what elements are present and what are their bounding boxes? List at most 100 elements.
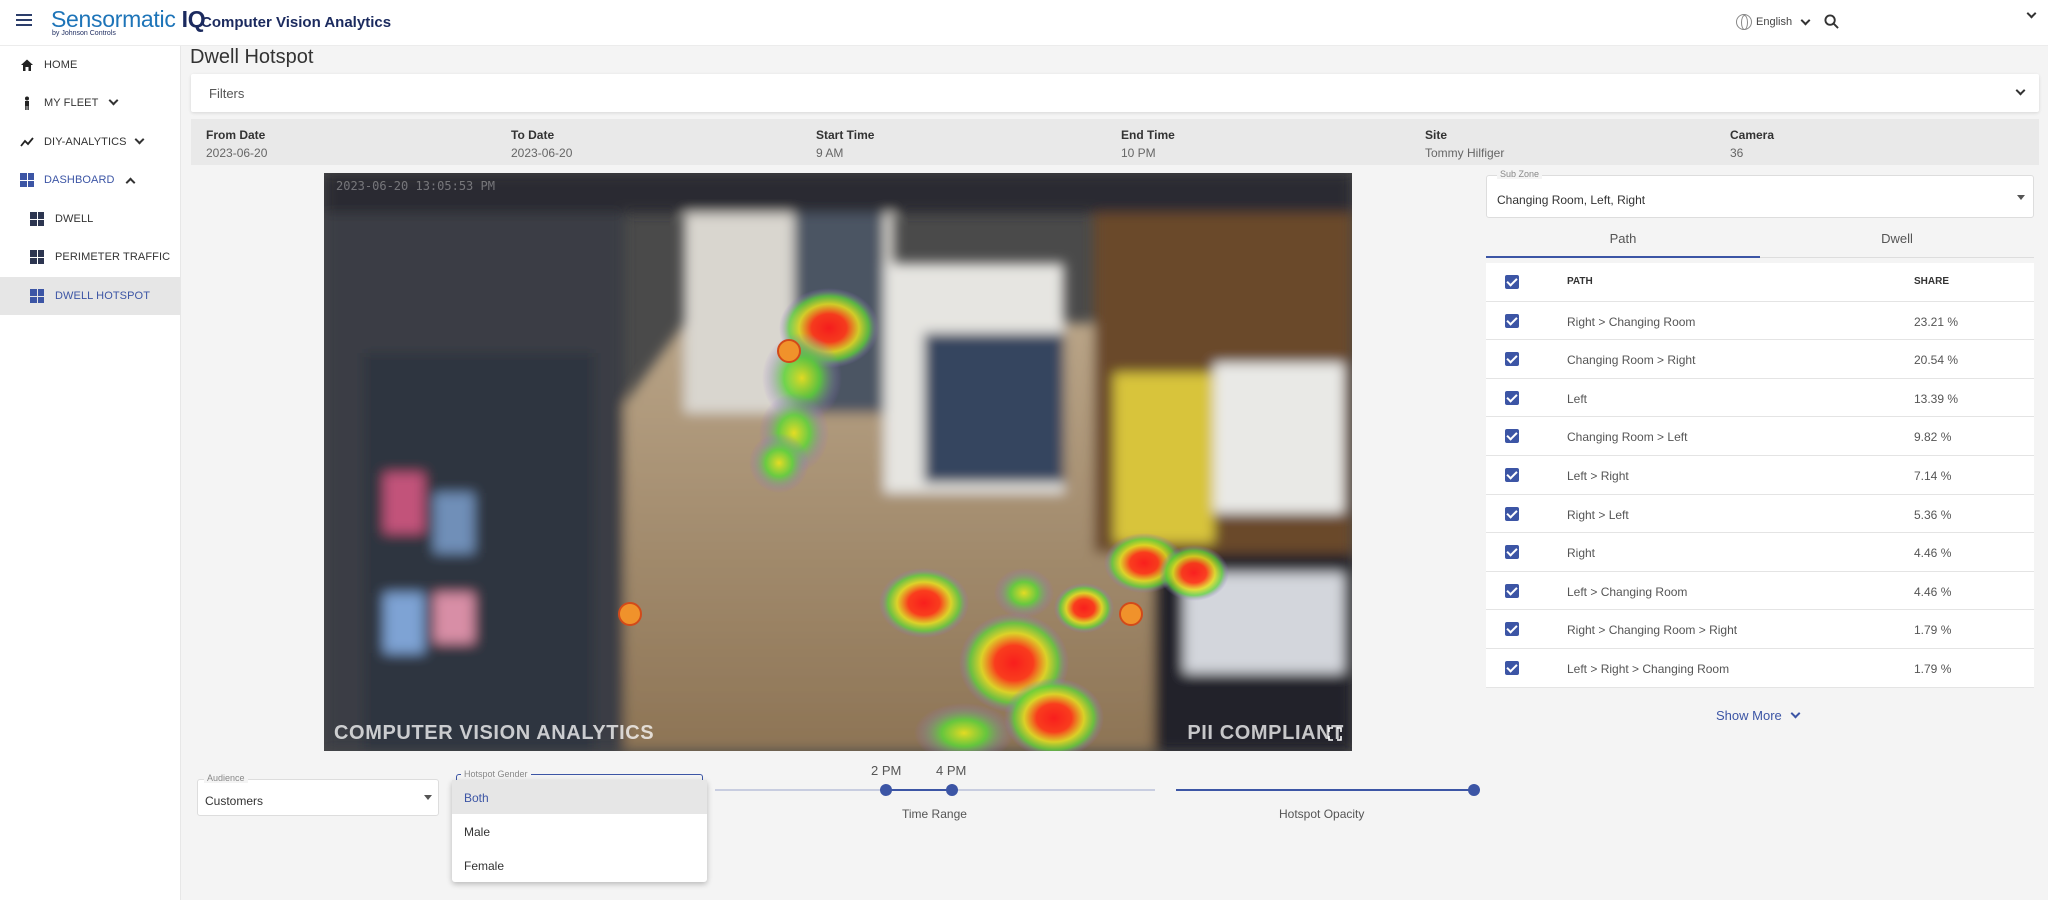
dashboard-icon: [30, 212, 44, 226]
hotspot-opacity-track[interactable]: [1176, 789, 1474, 791]
tab-path[interactable]: Path: [1486, 226, 1760, 258]
path-table: PATH SHARE Right > Changing Room 23.21 %…: [1486, 263, 2034, 688]
row-checkbox[interactable]: [1505, 352, 1519, 367]
share-cell: 13.39 %: [1914, 391, 1959, 406]
audience-label: Audience: [204, 773, 248, 783]
table-row: Left > Right 7.14 %: [1486, 455, 2034, 495]
end-time-label: End Time: [1121, 128, 1175, 142]
store-camera-image: [324, 173, 1352, 751]
sub-zone-label: Sub Zone: [1497, 169, 1543, 179]
start-time-value: 9 AM: [816, 146, 844, 160]
row-checkbox[interactable]: [1505, 506, 1519, 521]
audience-value: Customers: [205, 794, 264, 808]
row-checkbox[interactable]: [1505, 583, 1519, 598]
select-all-checkbox[interactable]: [1505, 275, 1519, 289]
time-range-end-handle[interactable]: [946, 784, 958, 796]
user-menu-chevron-icon[interactable]: [2026, 8, 2037, 19]
camera-watermark-right: PII COMPLIANT: [1187, 722, 1344, 744]
sidebar-item-my-fleet[interactable]: MY FLEET: [0, 84, 181, 122]
column-header-path: PATH: [1567, 276, 1593, 287]
path-cell: Left: [1567, 391, 1588, 406]
dashboard-icon: [30, 250, 44, 264]
option-label: Female: [464, 859, 505, 873]
start-time-label: Start Time: [816, 128, 875, 142]
table-row: Right 4.46 %: [1486, 533, 2034, 572]
path-cell: Right > Left: [1567, 507, 1629, 522]
sidebar-item-label: DWELL: [55, 213, 94, 225]
sidebar-item-label: DIY-ANALYTICS: [44, 136, 127, 148]
row-checkbox[interactable]: [1505, 545, 1519, 560]
row-checkbox[interactable]: [1505, 660, 1519, 675]
page-title: Dwell Hotspot: [190, 46, 314, 68]
row-checkbox[interactable]: [1505, 622, 1519, 637]
language-selector[interactable]: English: [1736, 14, 1811, 30]
share-cell: 23.21 %: [1914, 314, 1959, 329]
dropdown-arrow-icon: [424, 795, 432, 800]
language-label: English: [1756, 16, 1793, 28]
hotspot-opacity-handle[interactable]: [1468, 784, 1480, 796]
sidebar-item-home[interactable]: HOME: [0, 46, 181, 84]
time-range-fill: [886, 789, 952, 791]
gender-option-both[interactable]: Both: [452, 780, 707, 814]
from-date-value: 2023-06-20: [206, 146, 268, 160]
camera-timestamp: 2023-06-20 13:05:53 PM: [336, 179, 495, 193]
to-date-label: To Date: [511, 128, 555, 142]
sidebar-item-dashboard[interactable]: DASHBOARD: [0, 161, 181, 199]
sidebar-item-dwell[interactable]: DWELL: [0, 200, 181, 238]
sidebar-item-label: DWELL HOTSPOT: [55, 290, 151, 302]
path-dwell-tabs: Path Dwell: [1486, 226, 2034, 258]
search-icon[interactable]: [1824, 14, 1839, 29]
share-cell: 7.14 %: [1914, 468, 1952, 483]
home-icon: [21, 59, 33, 71]
row-checkbox[interactable]: [1505, 467, 1519, 482]
site-label: Site: [1425, 128, 1448, 142]
table-row: Left > Changing Room 4.46 %: [1486, 571, 2034, 611]
sidebar: HOME MY FLEET DIY-ANALYTICS DASHBOARD DW…: [0, 46, 181, 900]
gender-option-male[interactable]: Male: [452, 814, 707, 848]
sidebar-item-dwell-hotspot[interactable]: DWELL HOTSPOT: [0, 277, 181, 315]
filter-summary-bar: From Date 2023-06-20 To Date 2023-06-20 …: [191, 119, 2039, 165]
row-checkbox[interactable]: [1505, 429, 1519, 444]
gender-option-female[interactable]: Female: [452, 848, 707, 882]
camera-heatmap-view: 2023-06-20 13:05:53 PM COMPUTER VISION A…: [324, 173, 1352, 751]
audience-select[interactable]: Audience Customers: [197, 773, 439, 816]
end-time: End Time 10 PM: [1121, 128, 1175, 160]
to-date: To Date 2023-06-20: [511, 128, 572, 160]
option-label: Male: [464, 825, 491, 839]
sidebar-item-label: MY FLEET: [44, 97, 99, 109]
from-date-label: From Date: [206, 128, 266, 142]
path-cell: Changing Room > Right: [1567, 353, 1696, 368]
logo-text: Sensormatic: [51, 6, 176, 32]
path-cell: Changing Room > Left: [1567, 430, 1688, 445]
time-range-start-handle[interactable]: [880, 784, 892, 796]
chevron-down-icon: [134, 134, 145, 145]
dropdown-arrow-icon: [2017, 195, 2025, 200]
fullscreen-icon[interactable]: [1328, 727, 1342, 741]
analytics-icon: [20, 137, 34, 147]
sidebar-item-perimeter-traffic[interactable]: PERIMETER TRAFFIC: [0, 238, 181, 276]
row-checkbox[interactable]: [1505, 313, 1519, 328]
sensormatic-logo[interactable]: Sensormatic IQ by Johnson Controls: [51, 6, 206, 37]
hotspot-opacity-caption: Hotspot Opacity: [1279, 807, 1365, 821]
filters-panel[interactable]: Filters: [191, 74, 2039, 112]
row-checkbox[interactable]: [1505, 390, 1519, 405]
sidebar-item-label: HOME: [44, 59, 78, 71]
menu-icon[interactable]: [16, 14, 32, 28]
share-cell: 1.79 %: [1914, 623, 1952, 638]
hotspot-gender-label: Hotspot Gender: [461, 769, 531, 779]
path-cell: Right: [1567, 546, 1596, 561]
sidebar-item-diy-analytics[interactable]: DIY-ANALYTICS: [0, 123, 181, 161]
share-cell: 5.36 %: [1914, 507, 1952, 522]
chevron-down-icon: [1790, 708, 1801, 719]
camera-watermark-left: COMPUTER VISION ANALYTICS: [334, 722, 655, 744]
chevron-down-icon: [108, 95, 119, 106]
globe-icon: [1736, 14, 1752, 30]
end-time-value: 10 PM: [1121, 146, 1156, 160]
time-range-start-label: 2 PM: [871, 763, 902, 778]
tab-dwell[interactable]: Dwell: [1760, 226, 2034, 258]
sub-zone-select[interactable]: Sub Zone Changing Room, Left, Right: [1486, 169, 2034, 218]
share-cell: 20.54 %: [1914, 353, 1959, 368]
show-more-button[interactable]: Show More: [1716, 708, 1801, 723]
show-more-label: Show More: [1716, 708, 1782, 723]
person-icon: [25, 96, 29, 110]
